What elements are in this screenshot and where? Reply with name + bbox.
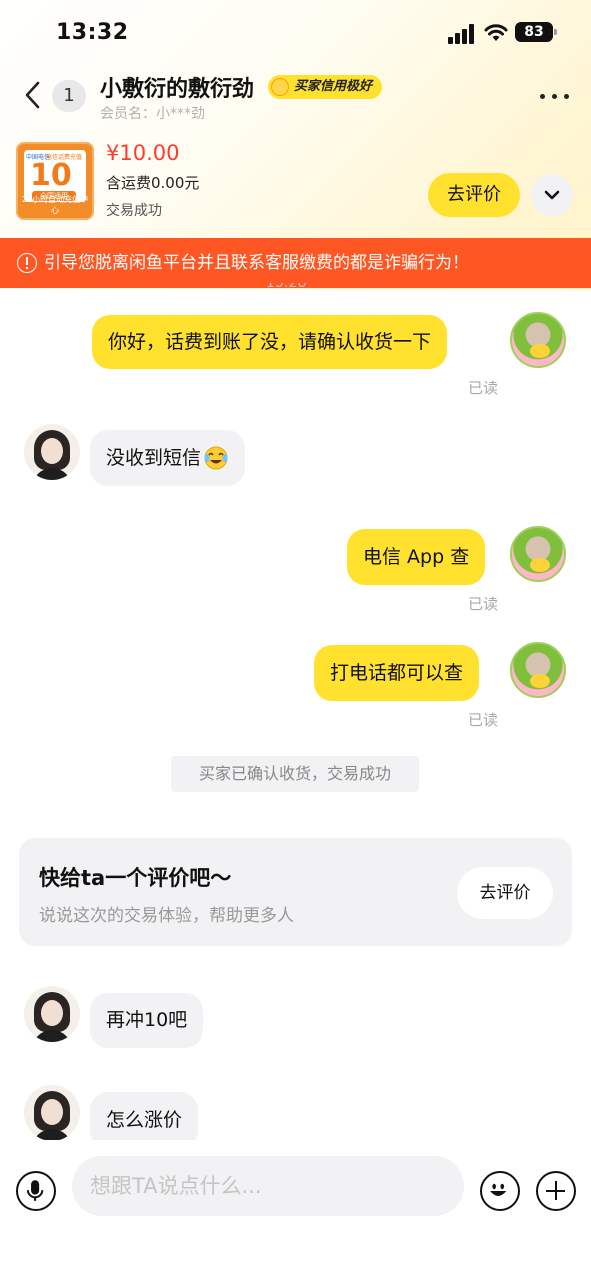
message-text: 再冲10吧 xyxy=(106,1009,188,1031)
fraud-warning-banner: 引导您脱离闲鱼平台并且联系客服缴费的都是诈骗行为！ xyxy=(0,238,591,288)
smiley-icon xyxy=(271,78,289,96)
credit-badge: 买家信用极好 xyxy=(268,75,383,99)
message-bubble-sent[interactable]: 打电话都可以查 xyxy=(314,645,480,701)
review-card-button[interactable]: 去评价 xyxy=(457,867,553,919)
message-text: 怎么涨价 xyxy=(106,1108,183,1131)
credit-badge-label: 买家信用极好 xyxy=(294,79,373,94)
my-avatar[interactable] xyxy=(510,312,566,368)
message-input[interactable] xyxy=(72,1156,464,1216)
my-avatar[interactable] xyxy=(510,526,566,582)
message-bubble-sent[interactable]: 电信 App 查 xyxy=(347,529,486,585)
crying-laughing-emoji-icon xyxy=(204,446,228,470)
system-message: 买家已确认收货，交易成功 xyxy=(171,756,419,792)
more-options-icon[interactable] xyxy=(538,86,572,106)
message-text: 没收到短信 xyxy=(106,446,202,469)
review-prompt-card: 快给ta一个评价吧～ 说说这次的交易体验，帮助更多人 去评价 xyxy=(19,838,572,946)
emoji-icon[interactable] xyxy=(480,1171,520,1211)
thumbnail-caption: 24小时自动充值中心 xyxy=(21,195,89,215)
shipping-fee: 含运费0.00元 xyxy=(106,174,200,192)
contact-avatar[interactable] xyxy=(24,424,80,480)
warning-icon xyxy=(17,253,37,273)
thumbnail-amount: 10 xyxy=(30,158,72,193)
message-text: 你好，话费到账了没，请确认收货一下 xyxy=(108,330,432,353)
chat-title: 小敷衍的敷衍劲 xyxy=(100,77,255,102)
contact-avatar[interactable] xyxy=(24,986,80,1042)
cellular-signal-icon xyxy=(448,24,476,44)
member-name: 会员名：小***劲 xyxy=(100,106,205,122)
status-time: 13:32 xyxy=(56,20,129,45)
contact-avatar[interactable] xyxy=(24,1085,80,1141)
order-status: 交易成功 xyxy=(106,203,162,219)
message-bubble-sent[interactable]: 你好，话费到账了没，请确认收货一下 xyxy=(92,315,448,369)
product-thumbnail[interactable]: 中国电信 电信话费充值 10 全国通用 24小时自动充值中心 xyxy=(16,142,94,220)
battery-icon: 83 xyxy=(515,22,557,42)
read-receipt: 已读 xyxy=(468,595,499,613)
message-bubble-received[interactable]: 再冲10吧 xyxy=(90,993,204,1048)
message-timestamp: 13:28 xyxy=(266,283,307,291)
microphone-icon[interactable] xyxy=(16,1171,56,1211)
message-text: 打电话都可以查 xyxy=(330,661,464,684)
message-bubble-received[interactable]: 没收到短信 xyxy=(90,430,246,486)
unread-count-badge[interactable]: 1 xyxy=(52,80,86,112)
wifi-icon xyxy=(484,24,508,41)
plus-icon[interactable] xyxy=(536,1171,576,1211)
read-receipt: 已读 xyxy=(468,379,499,397)
message-text: 电信 App 查 xyxy=(363,545,470,568)
chevron-down-icon[interactable] xyxy=(531,174,573,216)
read-receipt: 已读 xyxy=(468,711,499,729)
status-bar: 13:32 83 xyxy=(0,0,591,66)
back-arrow-icon[interactable] xyxy=(20,80,46,110)
product-price: ¥10.00 xyxy=(106,141,180,165)
review-card-title: 快给ta一个评价吧～ xyxy=(39,866,232,890)
my-avatar[interactable] xyxy=(510,642,566,698)
fraud-warning-text: 引导您脱离闲鱼平台并且联系客服缴费的都是诈骗行为！ xyxy=(44,253,469,273)
review-button[interactable]: 去评价 xyxy=(428,173,520,217)
review-card-subtitle: 说说这次的交易体验，帮助更多人 xyxy=(39,906,294,926)
